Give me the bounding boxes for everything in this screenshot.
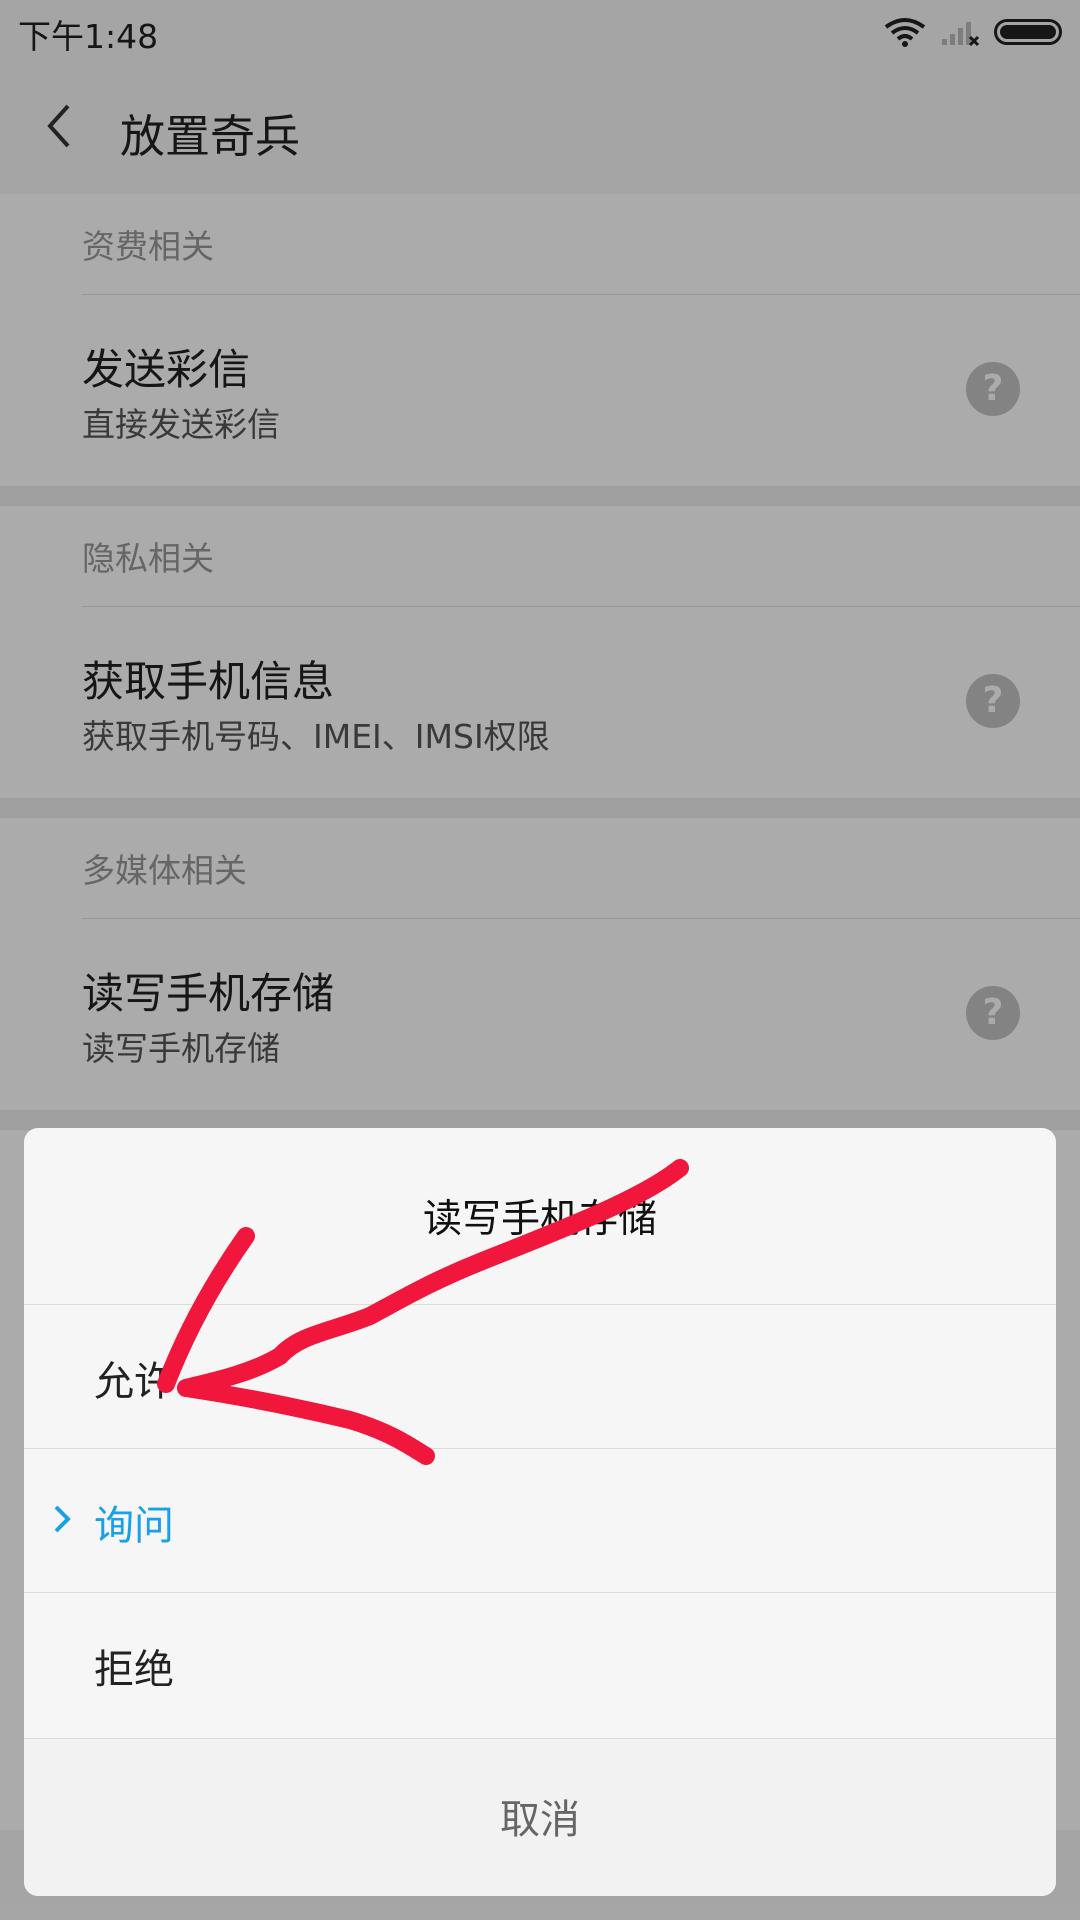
cancel-label: 取消 bbox=[500, 1797, 580, 1843]
option-label: 允许 bbox=[94, 1359, 174, 1405]
dialog-title: 读写手机存储 bbox=[422, 1197, 657, 1242]
chevron-right-icon bbox=[54, 1505, 71, 1533]
option-label: 询问 bbox=[94, 1503, 174, 1549]
option-label: 拒绝 bbox=[94, 1647, 174, 1693]
option-ask[interactable]: 询问 bbox=[24, 1448, 1056, 1593]
option-allow[interactable]: 允许 bbox=[24, 1304, 1056, 1449]
cancel-button[interactable]: 取消 bbox=[24, 1738, 1056, 1896]
option-deny[interactable]: 拒绝 bbox=[24, 1592, 1056, 1737]
permission-dialog: 读写手机存储 允许 询问 拒绝 取消 bbox=[24, 1128, 1056, 1896]
